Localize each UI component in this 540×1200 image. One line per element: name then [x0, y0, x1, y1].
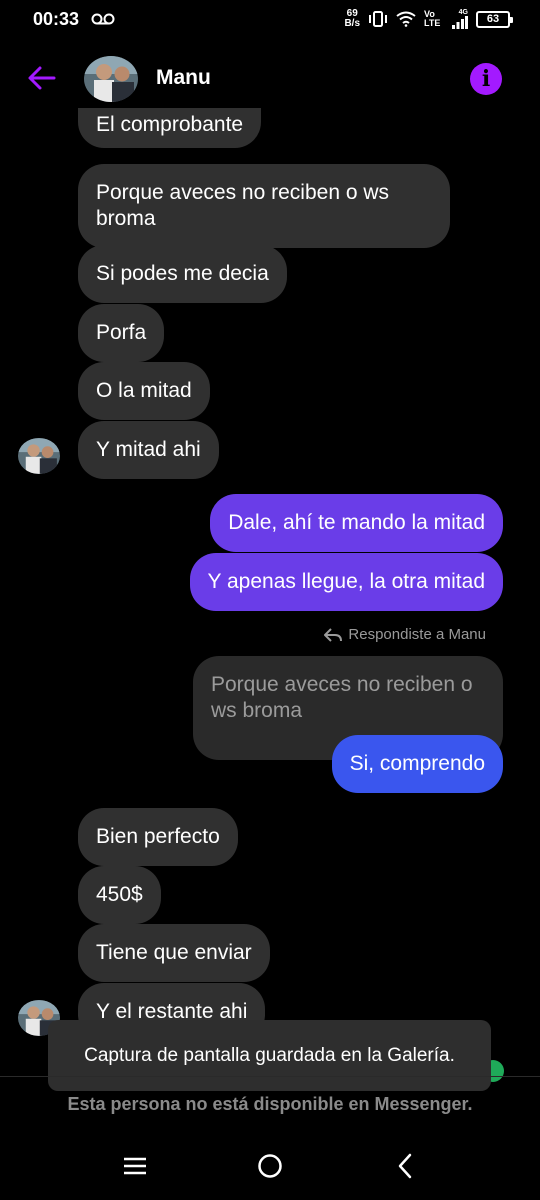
toast-text: Captura de pantalla guardada en la Galer…	[84, 1044, 455, 1066]
home-button[interactable]	[252, 1148, 288, 1184]
info-icon: i	[481, 66, 491, 92]
vibrate-icon	[369, 11, 387, 27]
message-text: Y apenas llegue, la otra mitad	[207, 570, 485, 593]
avatar-photo	[18, 438, 60, 474]
message-text: O la mitad	[96, 379, 192, 402]
message-outgoing[interactable]: Dale, ahí te mando la mitad	[210, 494, 503, 552]
clock: 00:33	[33, 8, 80, 29]
message-text: 450$	[96, 883, 143, 906]
wifi-icon	[396, 11, 416, 27]
contact-name[interactable]: Manu	[156, 66, 211, 90]
reply-note: Respondiste a Manu	[324, 626, 486, 643]
system-nav-bar	[0, 1130, 540, 1200]
message-thread[interactable]: El comprobante Porque aveces no reciben …	[0, 108, 540, 1078]
message-incoming[interactable]: 450$	[78, 866, 161, 924]
divider	[0, 1076, 540, 1077]
info-button[interactable]: i	[470, 63, 502, 95]
unavailable-notice: Esta persona no está disponible en Messe…	[67, 1094, 473, 1114]
reply-note-text: Respondiste a Manu	[348, 626, 486, 643]
speed-unit: B/s	[344, 18, 360, 29]
conversation-header: Manu i	[0, 50, 540, 108]
battery-icon: 63	[476, 10, 513, 28]
message-incoming[interactable]: Tiene que enviar	[78, 924, 270, 982]
message-outgoing[interactable]: Si, comprendo	[331, 735, 503, 793]
message-text: El comprobante	[96, 113, 244, 136]
signal-icon: 4G	[452, 9, 468, 29]
message-text: Si, comprendo	[349, 752, 485, 775]
message-incoming[interactable]: Porque aveces no reciben o ws broma	[78, 164, 450, 248]
network-type: 4G	[458, 9, 468, 16]
avatar-photo	[84, 56, 138, 102]
network-speed: 69 B/s	[344, 9, 360, 29]
quoted-text: Porque aveces no reciben o ws broma	[211, 673, 473, 722]
reply-icon	[324, 627, 343, 642]
back-arrow-icon	[28, 66, 56, 90]
nav-back-button[interactable]	[387, 1148, 423, 1184]
sender-avatar[interactable]	[18, 438, 60, 474]
battery-level: 63	[486, 13, 500, 25]
message-incoming[interactable]: Y mitad ahi	[78, 421, 219, 479]
back-button[interactable]	[26, 62, 58, 94]
voicemail-icon	[91, 13, 115, 25]
status-bar: 00:33 69 B/s Vo LTE 4G 63	[0, 0, 540, 38]
message-incoming[interactable]: Porfa	[78, 304, 165, 362]
message-incoming[interactable]: Bien perfecto	[78, 808, 238, 866]
message-text: Porfa	[96, 321, 147, 344]
message-text: Bien perfecto	[96, 825, 220, 848]
menu-button[interactable]	[117, 1148, 153, 1184]
home-icon	[258, 1154, 282, 1178]
message-incoming[interactable]: O la mitad	[78, 362, 210, 420]
message-text: Si podes me decia	[96, 262, 269, 285]
message-text: Y mitad ahi	[96, 438, 201, 461]
screenshot-toast: Captura de pantalla guardada en la Galer…	[48, 1020, 491, 1091]
message-incoming[interactable]: Si podes me decia	[78, 245, 287, 303]
menu-icon	[124, 1157, 146, 1175]
volte-label: Vo LTE	[424, 9, 441, 28]
message-text: Tiene que enviar	[96, 941, 252, 964]
status-right: 69 B/s Vo LTE 4G 63	[344, 9, 513, 29]
contact-avatar[interactable]	[84, 56, 138, 102]
message-incoming[interactable]: El comprobante	[78, 108, 262, 148]
message-text: Dale, ahí te mando la mitad	[228, 511, 485, 534]
nav-back-icon	[398, 1153, 412, 1179]
message-text: Porque aveces no reciben o ws broma	[96, 181, 390, 230]
message-outgoing[interactable]: Y apenas llegue, la otra mitad	[189, 553, 503, 611]
status-left: 00:33	[33, 9, 115, 30]
